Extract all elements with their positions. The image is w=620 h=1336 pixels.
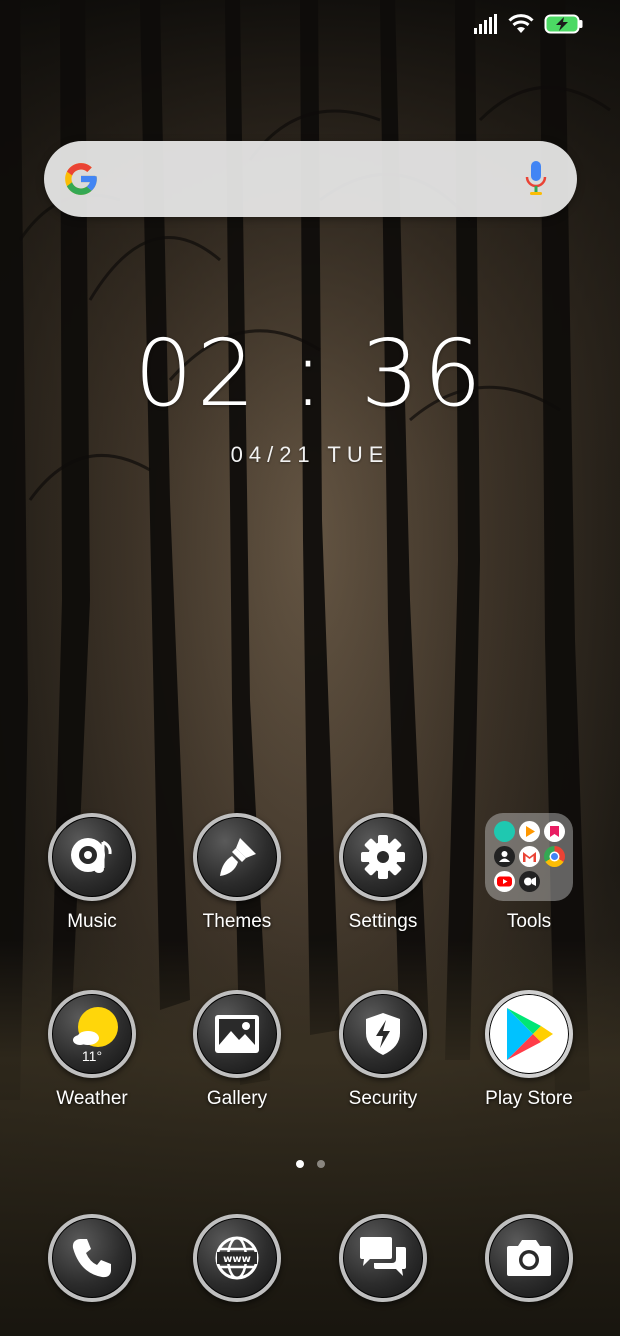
clock-date: 04/21 TUE [230,442,390,467]
app-label: Play Store [485,1088,573,1109]
page-indicator [0,1160,620,1168]
page-dot[interactable] [316,1160,325,1168]
app-label: Themes [202,911,272,932]
phone-icon [48,1214,136,1302]
app-label: Gallery [206,1088,268,1109]
app-weather[interactable]: 11° Weather [19,990,165,1110]
clock-time[interactable]: 02 : 36 [0,320,620,427]
camera-icon [485,1214,573,1302]
app-security[interactable]: Security [310,990,456,1110]
browser-www-text: www [223,1254,251,1265]
folder-icon [485,813,573,901]
app-label: Settings [348,911,418,932]
weather-icon: 11° [48,990,136,1078]
status-bar [474,14,584,34]
messages-icon [339,1214,427,1302]
mini-app-icon [494,871,515,892]
app-music[interactable]: Music [19,813,165,933]
music-icon [48,813,136,901]
brush-icon [193,813,281,901]
app-label: Tools [506,911,552,932]
app-label: Security [348,1088,418,1109]
app-settings[interactable]: Settings [310,813,456,933]
mini-app-icon [544,821,565,842]
app-label: Weather [56,1088,128,1109]
google-search-bar[interactable] [44,141,577,217]
weather-temperature: 11° [81,1048,103,1064]
mini-app-icon [519,821,540,842]
gallery-icon [193,990,281,1078]
mini-app-icon [494,821,515,842]
signal-icon [474,14,497,34]
dock-messages[interactable] [310,1214,456,1302]
google-g-icon [65,163,97,195]
dock-browser[interactable]: www [164,1214,310,1302]
mini-app-icon [519,846,540,867]
battery-charging-icon [544,14,583,34]
wifi-icon [508,14,534,33]
dock-camera[interactable] [456,1214,602,1302]
page-dot-active[interactable] [295,1160,304,1168]
app-folder-tools[interactable]: Tools [456,813,602,933]
browser-icon: www [193,1214,281,1302]
app-gallery[interactable]: Gallery [164,990,310,1110]
app-label: Music [67,911,117,932]
app-play-store[interactable]: Play Store [456,990,602,1110]
mic-icon[interactable] [525,161,547,197]
mini-app-icon [544,846,565,867]
app-themes[interactable]: Themes [164,813,310,933]
mini-app-icon [494,846,515,867]
shield-icon [339,990,427,1078]
mini-app-icon [519,871,540,892]
gear-icon [339,813,427,901]
play-store-icon [485,990,573,1078]
dock-phone[interactable] [19,1214,165,1302]
